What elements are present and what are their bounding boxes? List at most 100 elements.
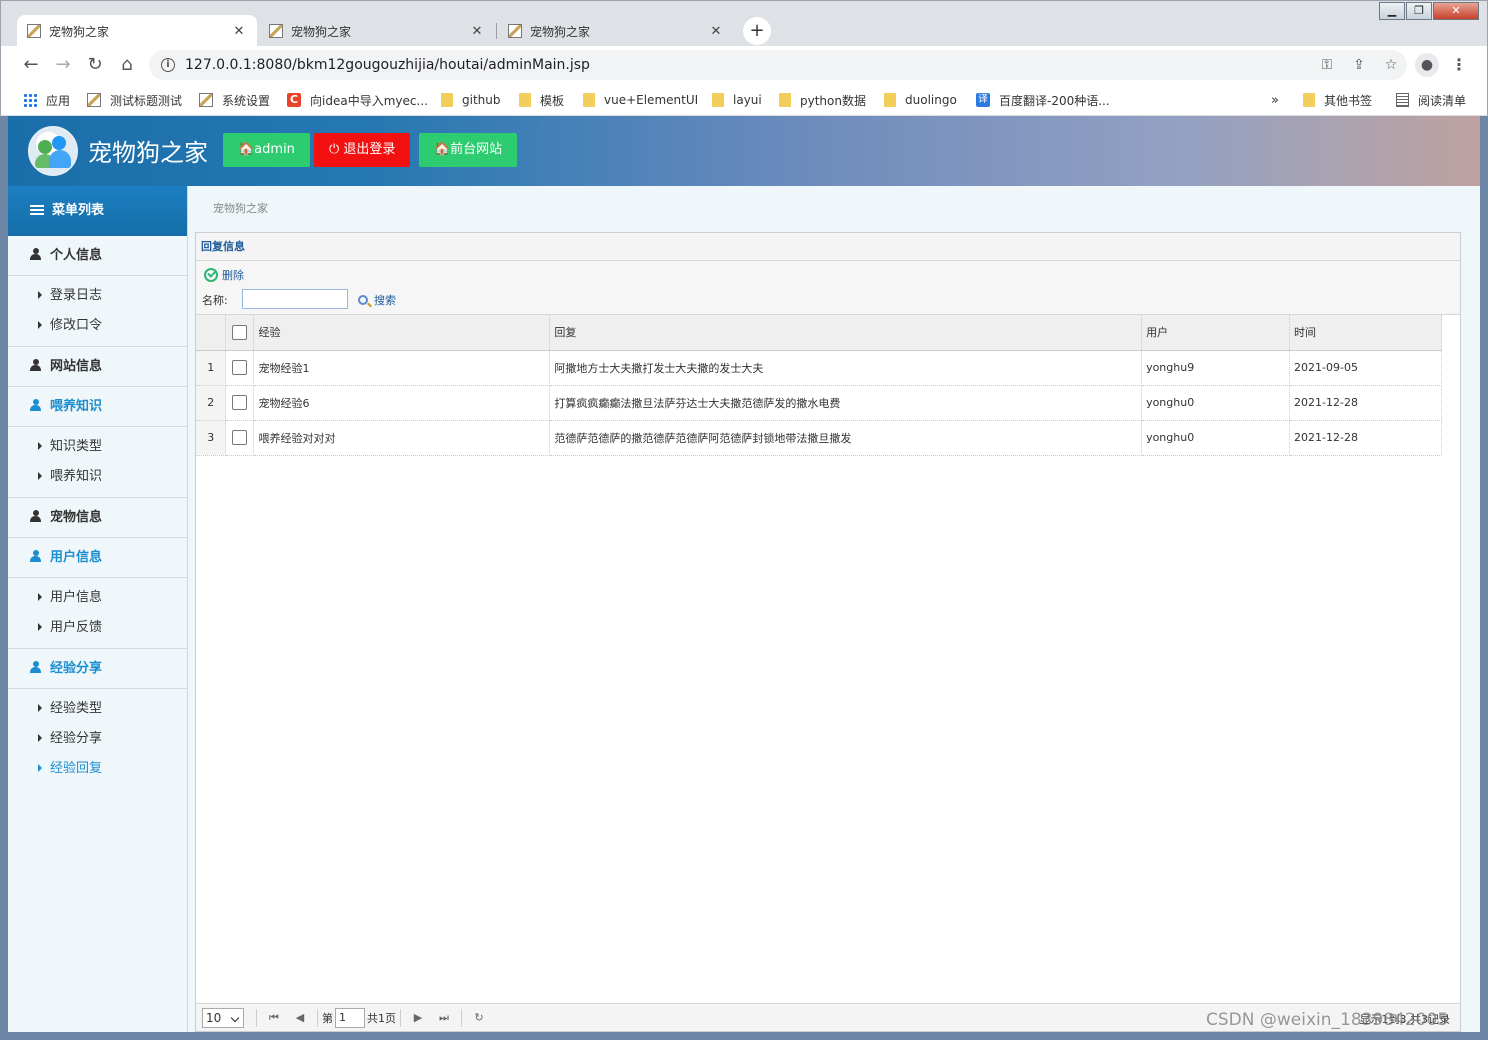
bookmark-folder[interactable]: github <box>441 90 500 110</box>
home-button[interactable]: ⌂ <box>115 53 139 77</box>
bookmarks-overflow-button[interactable]: » <box>1271 90 1279 110</box>
browser-tab-3[interactable]: 宠物狗之家 ✕ <box>498 15 734 47</box>
sidebar-group-site: 网站信息 <box>8 347 187 387</box>
admin-button[interactable]: 🏠admin <box>223 133 310 167</box>
column-header-reply[interactable]: 回复 <box>549 315 1143 351</box>
pager-divider <box>461 1008 462 1027</box>
sidebar-item-feeding-knowledge[interactable]: 喂养知识 <box>8 462 187 492</box>
sidebar-group-experience: 经验分享 经验类型 经验分享 经验回复 <box>8 649 187 789</box>
bookmark-other-folder[interactable]: 其他书签 <box>1303 90 1372 110</box>
page-prefix: 第 <box>322 1011 333 1025</box>
caret-right-icon <box>38 291 42 299</box>
row-select-cell <box>225 385 255 421</box>
sidebar-group-header[interactable]: 用户信息 <box>8 538 187 578</box>
key-icon[interactable]: ⚿ <box>1311 57 1343 73</box>
sidebar-item-experience-type[interactable]: 经验类型 <box>8 694 187 724</box>
search-input[interactable] <box>242 289 348 309</box>
refresh-icon[interactable]: ↻ <box>466 1011 492 1024</box>
maximize-button[interactable]: ❐ <box>1406 2 1432 20</box>
table-row[interactable]: 3 喂养经验对对对 范德萨范德萨的撒范德萨范德萨阿范德萨封锁地带法撒旦撒发 yo… <box>196 420 1442 456</box>
first-page-icon[interactable]: ⏮ <box>261 1011 287 1025</box>
logout-button[interactable]: ⏻ 退出登录 <box>314 133 411 167</box>
profile-avatar-icon[interactable]: ● <box>1415 53 1439 77</box>
select-all-checkbox[interactable] <box>232 324 248 340</box>
delete-button[interactable]: 删除 <box>204 267 244 283</box>
bookmark-folder[interactable]: layui <box>712 90 762 110</box>
sidebar-group-header[interactable]: 网站信息 <box>8 347 187 387</box>
star-icon[interactable]: ☆ <box>1375 57 1407 73</box>
total-pages: 共1页 <box>367 1011 396 1025</box>
users-logo-icon <box>28 126 78 176</box>
sidebar-item-experience-share[interactable]: 经验分享 <box>8 724 187 754</box>
folder-icon <box>1303 93 1315 107</box>
back-button[interactable]: ← <box>19 53 43 77</box>
sidebar-group-header[interactable]: 个人信息 <box>8 236 187 276</box>
bookmark-item[interactable]: C 向idea中导入myec... <box>287 90 428 110</box>
sidebar-group-header[interactable]: 宠物信息 <box>8 498 187 538</box>
caret-right-icon <box>38 704 42 712</box>
user-icon <box>30 248 41 260</box>
bookmark-folder[interactable]: vue+ElementUI <box>583 90 698 110</box>
sidebar-item-user-info[interactable]: 用户信息 <box>8 583 187 613</box>
row-number: 1 <box>196 350 227 386</box>
column-header-time[interactable]: 时间 <box>1289 315 1442 351</box>
tab-close-icon[interactable]: ✕ <box>231 24 247 39</box>
table-row[interactable]: 1 宠物经验1 阿撒地方士大夫撒打发士大夫撒的发士大夫 yonghu9 2021… <box>196 350 1442 386</box>
frontend-site-button[interactable]: 🏠前台网站 <box>419 133 518 167</box>
reading-list-button[interactable]: 阅读清单 <box>1396 90 1466 110</box>
row-number: 2 <box>196 385 227 421</box>
share-icon[interactable]: ⇪ <box>1343 57 1375 73</box>
column-header-experience[interactable]: 经验 <box>253 315 551 351</box>
folder-icon <box>884 93 896 107</box>
sidebar-group-header[interactable]: 经验分享 <box>8 649 187 689</box>
forward-button[interactable]: → <box>51 53 75 77</box>
url-text[interactable]: 127.0.0.1:8080/bkm12gougouzhijia/houtai/… <box>185 57 1311 73</box>
select-all-header <box>225 315 255 351</box>
browser-tab-1[interactable]: 宠物狗之家 ✕ <box>17 15 257 47</box>
bookmark-item[interactable]: 测试标题测试 <box>87 90 182 110</box>
user-icon <box>30 359 41 371</box>
bookmark-item[interactable]: 系统设置 <box>199 90 270 110</box>
sidebar-item-login-log[interactable]: 登录日志 <box>8 281 187 311</box>
row-number-header <box>196 315 227 351</box>
bookmark-apps[interactable]: 应用 <box>23 90 70 110</box>
address-bar[interactable]: i 127.0.0.1:8080/bkm12gougouzhijia/houta… <box>149 50 1407 80</box>
bookmark-folder[interactable]: python数据 <box>779 90 866 110</box>
search-button[interactable]: 搜索 <box>358 292 396 308</box>
sidebar-item-knowledge-type[interactable]: 知识类型 <box>8 432 187 462</box>
bookmark-folder[interactable]: 模板 <box>519 90 564 110</box>
window-close-button[interactable]: ✕ <box>1433 2 1479 20</box>
sidebar-item-experience-reply[interactable]: 经验回复 <box>8 754 187 784</box>
sidebar-item-user-feedback[interactable]: 用户反馈 <box>8 613 187 643</box>
bookmark-item[interactable]: 译百度翻译-200种语... <box>976 90 1110 110</box>
prev-page-icon[interactable]: ◀ <box>287 1011 313 1024</box>
sidebar-group-header[interactable]: 喂养知识 <box>8 387 187 427</box>
tab-close-icon[interactable]: ✕ <box>708 24 724 39</box>
reload-button[interactable]: ↻ <box>83 53 107 77</box>
browser-tab-2[interactable]: 宠物狗之家 ✕ <box>259 15 495 47</box>
sidebar-group-pets: 宠物信息 <box>8 498 187 538</box>
table-row[interactable]: 2 宠物经验6 打算疯疯癫癫法撒旦法萨芬达士大夫撒范德萨发的撒水电费 yongh… <box>196 385 1442 421</box>
page-number-input[interactable]: 1 <box>335 1007 365 1028</box>
row-checkbox[interactable] <box>232 395 248 410</box>
new-tab-button[interactable]: + <box>743 17 771 45</box>
minimize-button[interactable]: ▁ <box>1379 2 1405 20</box>
sidebar: 菜单列表 个人信息 登录日志 修改口令 网站信息 喂养知识 知识类型 喂养知识 … <box>8 186 188 1032</box>
sidebar-item-change-password[interactable]: 修改口令 <box>8 311 187 341</box>
reply-table: 经验 回复 用户 时间 1 宠物经验1 阿撒地方士大夫撒打发士大夫撒的发士大夫 … <box>196 315 1442 456</box>
page-size-select[interactable]: 10 <box>202 1007 244 1028</box>
search-label: 名称: <box>202 294 228 307</box>
row-checkbox[interactable] <box>232 360 248 375</box>
browser-menu-icon[interactable]: ⋮ <box>1451 53 1467 77</box>
last-page-icon[interactable]: ⏭ <box>431 1011 457 1025</box>
column-header-user[interactable]: 用户 <box>1141 315 1291 351</box>
tab-close-icon[interactable]: ✕ <box>469 24 485 39</box>
browser-toolbar: ← → ↻ ⌂ i 127.0.0.1:8080/bkm12gougouzhij… <box>0 46 1488 84</box>
site-info-icon[interactable]: i <box>161 58 175 72</box>
row-checkbox[interactable] <box>232 430 248 445</box>
folder-icon <box>583 93 595 107</box>
caret-right-icon <box>38 764 42 772</box>
bookmark-folder[interactable]: duolingo <box>884 90 957 110</box>
delete-check-icon <box>204 268 218 282</box>
next-page-icon[interactable]: ▶ <box>405 1011 431 1024</box>
